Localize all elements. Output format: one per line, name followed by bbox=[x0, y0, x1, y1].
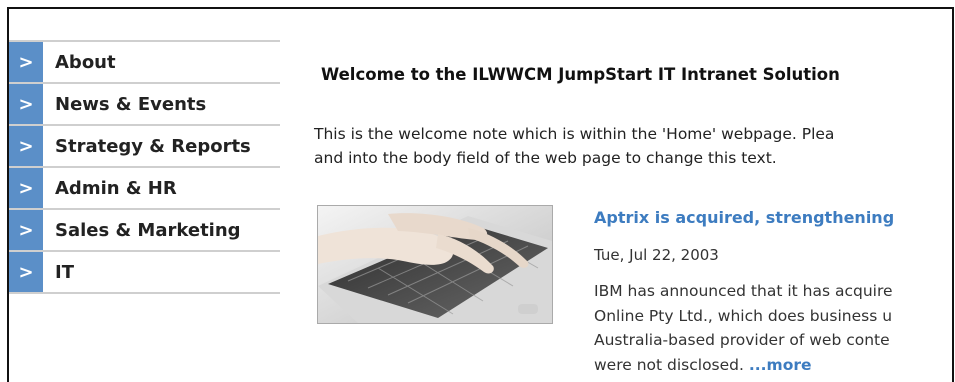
laptop-keyboard-image bbox=[318, 206, 552, 323]
news-summary-line: Online Pty Ltd., which does business u bbox=[594, 306, 893, 325]
sidebar-item-label: Sales & Marketing bbox=[55, 219, 241, 241]
chevron-right-icon: > bbox=[9, 42, 43, 82]
sidebar-item-label: Strategy & Reports bbox=[55, 135, 251, 157]
sidebar-item-sales-marketing[interactable]: > Sales & Marketing bbox=[9, 208, 280, 250]
chevron-right-icon: > bbox=[9, 168, 43, 208]
sidebar-item-label: Admin & HR bbox=[55, 177, 177, 199]
welcome-note-line: and into the body field of the web page … bbox=[314, 149, 777, 167]
news-summary-text: were not disclosed. bbox=[594, 355, 744, 374]
sidebar-item-news-events[interactable]: > News & Events bbox=[9, 82, 280, 124]
sidebar-item-admin-hr[interactable]: > Admin & HR bbox=[9, 166, 280, 208]
chevron-right-icon: > bbox=[9, 126, 43, 166]
chevron-right-icon: > bbox=[9, 252, 43, 292]
news-summary-line: were not disclosed. ...more bbox=[594, 353, 893, 378]
news-summary-line: IBM has announced that it has acquire bbox=[594, 282, 893, 300]
welcome-note-line: This is the welcome note which is within… bbox=[314, 125, 835, 143]
news-thumbnail-image[interactable] bbox=[317, 205, 553, 324]
news-headline-link[interactable]: Aptrix is acquired, strengthening bbox=[594, 208, 894, 227]
more-link[interactable]: ...more bbox=[749, 356, 812, 374]
news-summary-line: Australia-based provider of web conte bbox=[594, 331, 890, 349]
sidebar-nav: > About > News & Events > Strategy & Rep… bbox=[9, 40, 280, 294]
chevron-right-icon: > bbox=[9, 210, 43, 250]
welcome-note: This is the welcome note which is within… bbox=[314, 122, 952, 170]
page-frame: > About > News & Events > Strategy & Rep… bbox=[7, 7, 954, 382]
sidebar-item-label: IT bbox=[55, 261, 74, 283]
chevron-right-icon: > bbox=[9, 84, 43, 124]
sidebar-item-label: News & Events bbox=[55, 93, 207, 115]
news-summary: IBM has announced that it has acquire On… bbox=[594, 279, 893, 377]
sidebar-item-strategy-reports[interactable]: > Strategy & Reports bbox=[9, 124, 280, 166]
page-title: Welcome to the ILWWCM JumpStart IT Intra… bbox=[321, 65, 840, 84]
sidebar-item-it[interactable]: > IT bbox=[9, 250, 280, 294]
news-date: Tue, Jul 22, 2003 bbox=[594, 246, 719, 264]
sidebar-item-label: About bbox=[55, 51, 116, 73]
sidebar-item-about[interactable]: > About bbox=[9, 40, 280, 82]
